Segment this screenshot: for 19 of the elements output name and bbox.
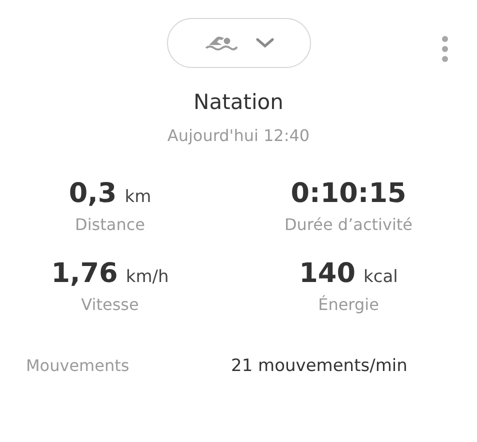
- stat-label: Durée d’activité: [284, 215, 413, 234]
- unit-label: kcal: [364, 267, 398, 287]
- detail-value: 21 mouvements/min: [231, 356, 408, 376]
- unit-label: km: [124, 187, 152, 207]
- stat-value: 0:10:15: [290, 178, 406, 209]
- activity-title: Natation: [192, 90, 284, 114]
- swimmer-icon: [204, 34, 238, 52]
- stat-value: 140: [299, 258, 356, 289]
- more-options-icon[interactable]: [441, 35, 449, 63]
- stat-value: 0,3: [68, 178, 117, 209]
- detail-label: Mouvements: [25, 356, 130, 375]
- stat-label: Vitesse: [81, 295, 139, 314]
- stat-label: Énergie: [318, 295, 379, 314]
- activity-selector[interactable]: [166, 18, 310, 68]
- chevron-down-icon: [256, 38, 274, 48]
- stat-value: 1,76: [51, 258, 118, 289]
- activity-date: Aujourd'hui 12:40: [166, 126, 311, 145]
- stat-label: Distance: [75, 215, 145, 234]
- unit-label: km/h: [126, 267, 169, 287]
